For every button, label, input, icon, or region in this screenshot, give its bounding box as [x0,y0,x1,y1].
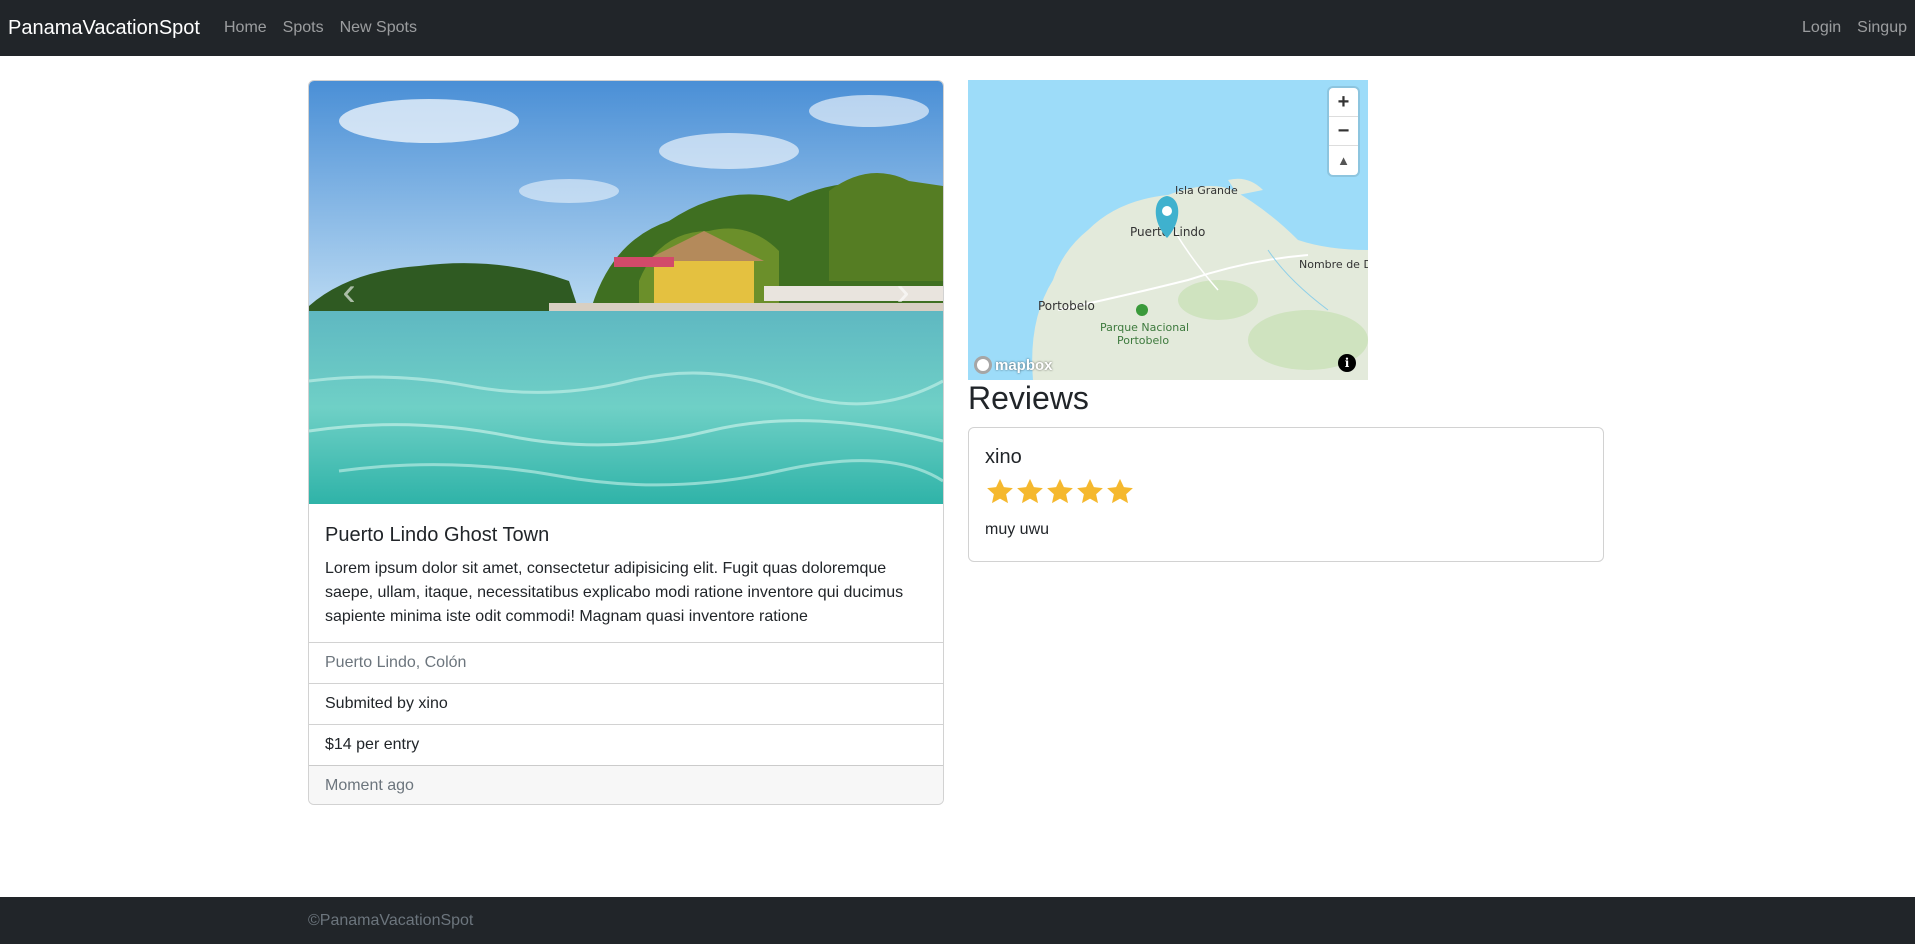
zoom-out-button[interactable]: − [1329,117,1358,146]
map-label-portobelo: Portobelo [1038,299,1095,313]
map-label-isla-grande: Isla Grande [1175,184,1238,197]
spot-title: Puerto Lindo Ghost Town [325,524,550,546]
navbar: PanamaVacationSpot Home Spots New Spots … [0,0,1915,56]
review-author: xino [985,446,1022,468]
footer-copyright: ©PanamaVacationSpot [308,911,474,929]
spot-price: $14 per entry [309,724,943,765]
nav-home-link[interactable]: Home [224,19,267,37]
spot-posted-time: Moment ago [309,765,943,804]
spot-card-body: Puerto Lindo Ghost Town Lorem ipsum dolo… [309,504,943,642]
compass-button[interactable]: ▲ [1329,146,1358,175]
review-card: xino muy uwu [968,427,1604,562]
spot-photo [309,81,943,504]
nav-new-spots-link[interactable]: New Spots [340,19,417,37]
map-label-nombre-de-dios: Nombre de Di [1299,258,1368,271]
brand-link[interactable]: PanamaVacationSpot [8,17,200,40]
map-label-parque-2: Portobelo [1117,334,1169,347]
review-text: muy uwu [985,521,1050,538]
nav-spots-link[interactable]: Spots [283,19,324,37]
spot-card: ‹ › Puerto Lindo Ghost Town Lorem ipsum … [308,80,944,805]
spot-location: Puerto Lindo, Colón [309,642,943,683]
carousel-prev-button[interactable]: ‹ [309,81,389,504]
star-icon [987,478,1013,504]
nav-auth-links: Login Singup [1786,19,1907,37]
star-icon [1047,478,1073,504]
mapbox-logo-icon [974,356,992,374]
mapbox-logo-text: mapbox [995,356,1053,374]
star-icon [1107,478,1133,504]
footer: ©PanamaVacationSpot [0,897,1915,944]
star-icon [1077,478,1103,504]
map-controls: + − ▲ [1329,88,1358,175]
spot-submitted-by: Submited by xino [309,683,943,724]
map-label-parque-1: Parque Nacional [1100,321,1189,334]
carousel-next-button[interactable]: › [863,81,943,504]
zoom-in-button[interactable]: + [1329,88,1358,117]
reviews-heading: Reviews [968,380,1089,416]
map-canvas: Isla Grande Puerto Lindo Nombre de Di Po… [968,80,1368,380]
spot-description: Lorem ipsum dolor sit amet, consectetur … [325,560,904,625]
nav-signup-link[interactable]: Singup [1857,19,1907,37]
spot-image-carousel: ‹ › [309,81,943,504]
review-rating [985,477,1587,507]
spot-map[interactable]: Isla Grande Puerto Lindo Nombre de Di Po… [968,80,1368,380]
mapbox-logo[interactable]: mapbox [974,356,1053,374]
nav-login-link[interactable]: Login [1802,19,1841,37]
map-attribution-icon[interactable]: i [1338,354,1356,372]
star-icon [1017,478,1043,504]
